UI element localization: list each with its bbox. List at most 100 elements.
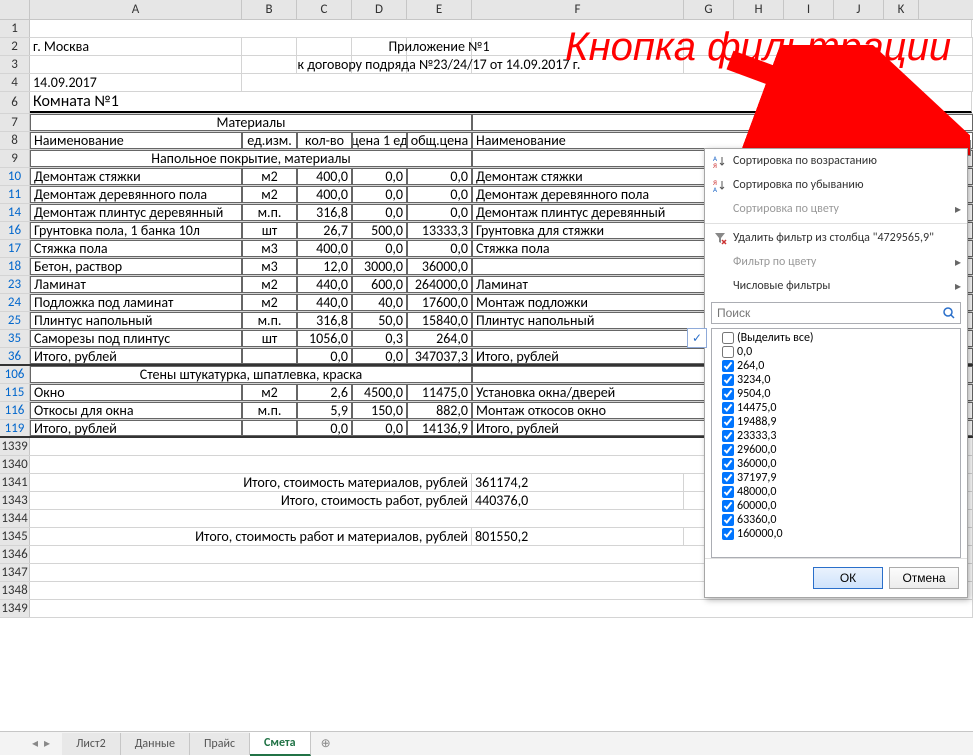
filter-item[interactable]: 3234,0 bbox=[716, 373, 956, 387]
row-header[interactable]: 1 bbox=[0, 20, 30, 37]
cell-total[interactable]: 0,0 bbox=[407, 186, 472, 203]
cell-total[interactable]: 0,0 bbox=[407, 168, 472, 185]
cell-materials-header[interactable]: Материалы bbox=[30, 114, 472, 131]
row-header[interactable]: 3 bbox=[0, 56, 30, 73]
cell-price[interactable]: 150,0 bbox=[352, 402, 407, 419]
cell-price[interactable]: 0,0 bbox=[352, 204, 407, 221]
cell-name[interactable]: Плинтус напольный bbox=[30, 312, 242, 329]
cell-unit[interactable]: м2 bbox=[242, 384, 297, 401]
col-header-B[interactable]: B bbox=[242, 0, 297, 19]
cell-qty[interactable]: 12,0 bbox=[297, 258, 352, 275]
cell-unit[interactable]: м3 bbox=[242, 258, 297, 275]
filter-by-color[interactable]: Фильтр по цвету ▸ bbox=[705, 250, 967, 274]
col-header-J[interactable]: J bbox=[834, 0, 884, 19]
tab-nav-prev[interactable]: ◂ bbox=[30, 736, 40, 751]
cell-price[interactable]: 40,0 bbox=[352, 294, 407, 311]
col-header-D[interactable]: D bbox=[352, 0, 407, 19]
filter-item[interactable]: 19488,9 bbox=[716, 415, 956, 429]
cell-unit[interactable]: м2 bbox=[242, 186, 297, 203]
row-header[interactable]: 2 bbox=[0, 38, 30, 55]
cell-qty[interactable]: 1056,0 bbox=[297, 330, 352, 347]
col-name[interactable]: Наименование bbox=[30, 132, 242, 149]
filter-item[interactable]: 160000,0 bbox=[716, 527, 956, 541]
cell-unit[interactable]: м2 bbox=[242, 294, 297, 311]
filter-item[interactable]: 264,0 bbox=[716, 359, 956, 373]
cell-name[interactable]: Ламинат bbox=[30, 276, 242, 293]
cell-name[interactable]: Демонтаж стяжки bbox=[30, 168, 242, 185]
grand-total-value[interactable]: 801550,2 bbox=[472, 528, 684, 545]
filter-item-checkbox[interactable] bbox=[722, 430, 734, 442]
filter-item[interactable]: 37197,9 bbox=[716, 471, 956, 485]
cell-total[interactable]: 15840,0 bbox=[407, 312, 472, 329]
row-header[interactable]: 1347 bbox=[0, 564, 30, 581]
cell-total[interactable]: 36000,0 bbox=[407, 258, 472, 275]
grand-total-value[interactable]: 440376,0 bbox=[472, 492, 684, 509]
ok-button[interactable]: ОК bbox=[813, 567, 883, 589]
toggle-all-button[interactable]: ✓ bbox=[687, 328, 707, 348]
filter-item-checkbox[interactable] bbox=[722, 514, 734, 526]
row-header[interactable]: 1339 bbox=[0, 438, 30, 455]
cell-name[interactable]: Демонтаж деревянного пола bbox=[30, 186, 242, 203]
cell-price[interactable]: 0,0 bbox=[352, 420, 407, 436]
number-filters[interactable]: Числовые фильтры ▸ bbox=[705, 274, 967, 298]
cell-qty[interactable]: 26,7 bbox=[297, 222, 352, 239]
col-total[interactable]: общ.цена bbox=[407, 132, 472, 149]
row-header[interactable]: 7 bbox=[0, 114, 30, 131]
cell-unit[interactable]: шт bbox=[242, 330, 297, 347]
cell-total[interactable]: 13333,3 bbox=[407, 222, 472, 239]
cell-price[interactable]: 0,0 bbox=[352, 168, 407, 185]
filter-item[interactable]: 48000,0 bbox=[716, 485, 956, 499]
cell-name[interactable]: Стяжка пола bbox=[30, 240, 242, 257]
cell-total[interactable]: 347037,3 bbox=[407, 348, 472, 364]
cell-price[interactable]: 0,3 bbox=[352, 330, 407, 347]
filter-item[interactable]: 36000,0 bbox=[716, 457, 956, 471]
row-header[interactable]: 4 bbox=[0, 74, 30, 91]
cell-qty[interactable]: 316,8 bbox=[297, 204, 352, 221]
row-header[interactable]: 10 bbox=[0, 168, 30, 185]
sheet-tab-Данные[interactable]: Данные bbox=[121, 733, 190, 755]
cell-subtitle[interactable]: к договору подряда №23/24/17 от 14.09.20… bbox=[407, 56, 472, 73]
filter-item-checkbox[interactable] bbox=[722, 402, 734, 414]
filter-item-checkbox[interactable] bbox=[722, 472, 734, 484]
grand-total-label[interactable]: Итого, стоимость работ и материалов, руб… bbox=[30, 528, 472, 545]
row-header[interactable]: 35 bbox=[0, 330, 30, 347]
cell-unit[interactable]: м.п. bbox=[242, 402, 297, 419]
filter-item-select-all[interactable]: (Выделить все) bbox=[716, 331, 956, 345]
cell-total[interactable]: 17600,0 bbox=[407, 294, 472, 311]
cell-name[interactable]: Грунтовка пола, 1 банка 10л bbox=[30, 222, 242, 239]
cell-qty[interactable]: 0,0 bbox=[297, 348, 352, 364]
row-header[interactable]: 11 bbox=[0, 186, 30, 203]
cell-unit[interactable]: м.п. bbox=[242, 204, 297, 221]
cell-title[interactable]: Приложение №1 bbox=[407, 38, 472, 55]
row-header[interactable]: 1343 bbox=[0, 492, 30, 509]
sheet-tab-Прайс[interactable]: Прайс bbox=[190, 733, 250, 755]
cell-price[interactable]: 4500,0 bbox=[352, 384, 407, 401]
cell-qty[interactable]: 0,0 bbox=[297, 420, 352, 436]
sort-by-color[interactable]: Сортировка по цвету ▸ bbox=[705, 197, 967, 221]
cell-unit[interactable]: м2 bbox=[242, 168, 297, 185]
cell-qty[interactable]: 2,6 bbox=[297, 384, 352, 401]
row-header[interactable]: 1346 bbox=[0, 546, 30, 563]
filter-item[interactable]: 63360,0 bbox=[716, 513, 956, 527]
cell-unit[interactable]: шт bbox=[242, 222, 297, 239]
cell-qty[interactable]: 400,0 bbox=[297, 168, 352, 185]
filter-item-checkbox[interactable] bbox=[722, 500, 734, 512]
col-header-A[interactable]: A bbox=[30, 0, 242, 19]
section-header[interactable]: Стены штукатурка, шпатлевка, краска bbox=[30, 366, 472, 383]
grand-total-value[interactable]: 361174,2 bbox=[472, 474, 684, 491]
cell[interactable] bbox=[297, 38, 352, 55]
cell-price[interactable]: 50,0 bbox=[352, 312, 407, 329]
row-header[interactable]: 25 bbox=[0, 312, 30, 329]
row-header[interactable]: 6 bbox=[0, 92, 30, 113]
filter-item[interactable]: 23333,3 bbox=[716, 429, 956, 443]
col-qty[interactable]: кол-во bbox=[297, 132, 352, 149]
cell-qty[interactable]: 316,8 bbox=[297, 312, 352, 329]
cell-qty[interactable]: 440,0 bbox=[297, 276, 352, 293]
row-header[interactable]: 106 bbox=[0, 366, 30, 383]
row-header[interactable]: 1349 bbox=[0, 600, 30, 617]
cell-qty[interactable]: 440,0 bbox=[297, 294, 352, 311]
cell-name[interactable]: Откосы для окна bbox=[30, 402, 242, 419]
cell-unit[interactable] bbox=[242, 420, 297, 436]
tab-nav-next[interactable]: ▸ bbox=[42, 736, 52, 751]
cell[interactable] bbox=[30, 600, 973, 617]
